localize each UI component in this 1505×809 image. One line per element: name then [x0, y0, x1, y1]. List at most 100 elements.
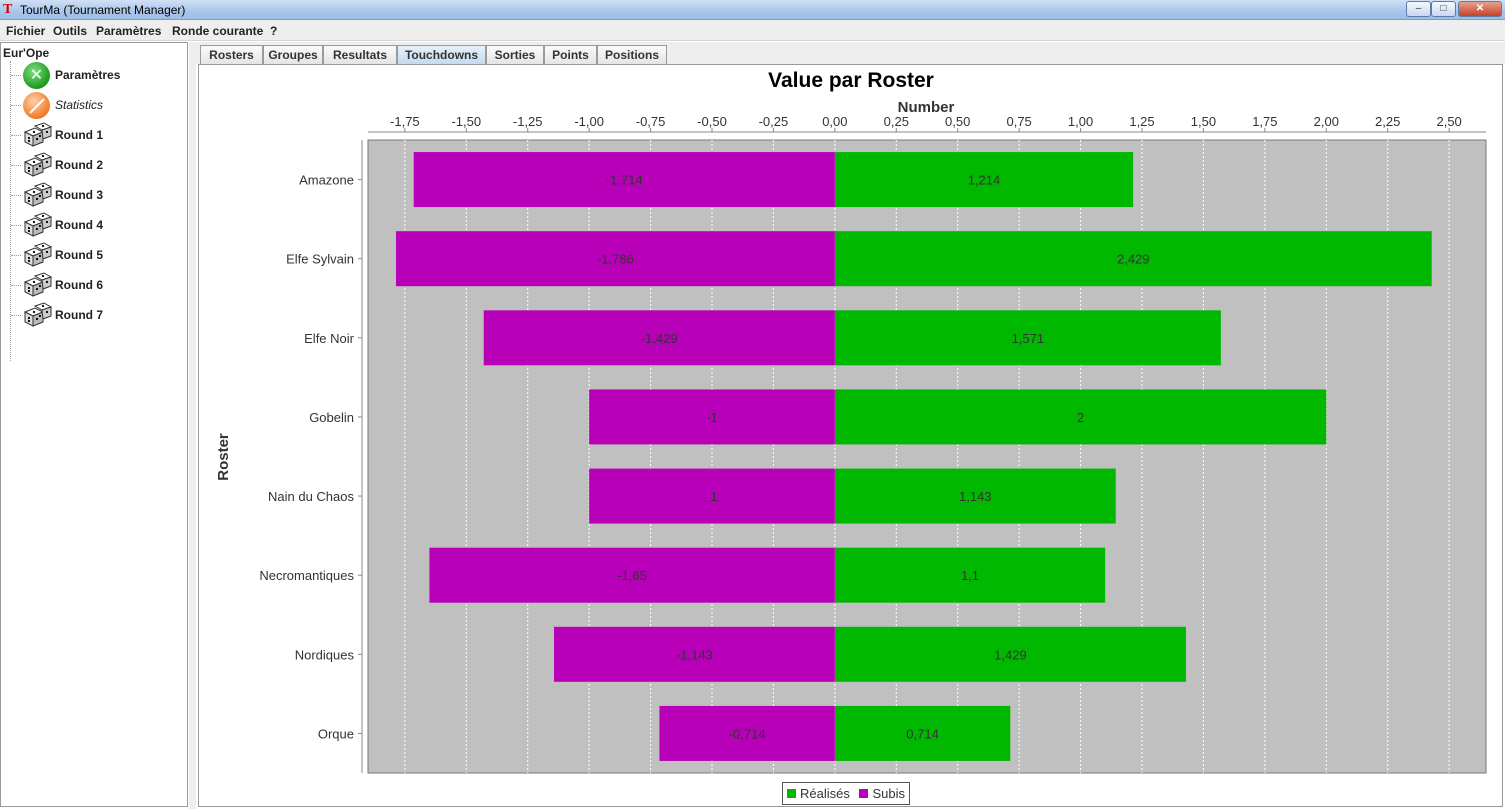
tab-sorties[interactable]: Sorties	[486, 45, 544, 65]
dice-icon	[23, 242, 53, 269]
tab-rosters[interactable]: Rosters	[200, 45, 263, 65]
tree-item-statistics[interactable]: Statistics	[11, 91, 181, 119]
data-label: -1,714	[606, 173, 643, 188]
tree-item-round-4[interactable]: Round 4	[11, 211, 181, 239]
x-tick-label: 0,50	[945, 114, 970, 129]
data-label: 1,429	[994, 647, 1027, 662]
x-tick-label: 2,50	[1436, 114, 1461, 129]
menu-parametres[interactable]: Paramètres	[96, 24, 161, 38]
menu-fichier[interactable]: Fichier	[6, 24, 45, 38]
tree-connector	[11, 195, 21, 196]
data-label: 2	[1077, 410, 1084, 425]
tree-item-round-2[interactable]: Round 2	[11, 151, 181, 179]
dice-icon	[23, 122, 53, 149]
x-tick-label: 1,50	[1191, 114, 1216, 129]
tree-connector	[11, 315, 21, 316]
legend-swatch-subis	[859, 789, 869, 798]
minimize-button[interactable]: –	[1406, 1, 1431, 17]
window-title: TourMa (Tournament Manager)	[20, 3, 186, 17]
x-tick-label: -0,50	[697, 114, 727, 129]
tab-resultats[interactable]: Resultats	[323, 45, 397, 65]
x-tick-label: -1,75	[390, 114, 420, 129]
category-label: Nain du Chaos	[268, 489, 354, 504]
data-label: -1,786	[597, 252, 634, 267]
menu-ronde-courante[interactable]: Ronde courante	[172, 24, 263, 38]
dice-icon	[23, 182, 53, 209]
tree-item-round-6[interactable]: Round 6	[11, 271, 181, 299]
tree-item-round-1[interactable]: Round 1	[11, 121, 181, 149]
tree-item-label: Round 4	[55, 218, 103, 232]
menu-help[interactable]: ?	[270, 24, 277, 38]
tree-root-label[interactable]: Eur'Ope	[3, 46, 49, 60]
x-tick-label: -1,25	[513, 114, 543, 129]
data-label: 1,143	[959, 489, 992, 504]
chart-legend: Réalisés Subis	[782, 782, 911, 805]
tree-connector	[11, 255, 21, 256]
data-label: 1,1	[961, 568, 979, 583]
data-label: -1	[706, 489, 718, 504]
tournament-tree: Eur'Ope ✕ Paramètres Statistics Round 1 Roun…	[0, 42, 188, 807]
tree-item-label: Round 3	[55, 188, 103, 202]
legend-entry-subis: Subis	[859, 786, 905, 801]
tree-connector	[11, 225, 21, 226]
y-axis-title: Roster	[215, 433, 232, 481]
app-logo-icon: T	[3, 2, 13, 17]
bar-chart: Number-1,75 -1,50 -1,25 -1,00 -0,75 -0,50 -0,2…	[215, 99, 1487, 774]
legend-label-subis: Subis	[872, 786, 906, 801]
dice-icon	[23, 152, 53, 179]
data-label: -1,143	[676, 647, 713, 662]
maximize-button[interactable]: □	[1431, 1, 1456, 17]
tree-item-label: Round 5	[55, 248, 103, 262]
tree-item-label: Round 1	[55, 128, 103, 142]
tab-points[interactable]: Points	[544, 45, 597, 65]
x-tick-label: 1,25	[1129, 114, 1154, 129]
tab-bar: Rosters Groupes Resultats Touchdowns Sor…	[196, 42, 1505, 65]
dice-icon	[23, 212, 53, 239]
category-label: Elfe Sylvain	[286, 252, 354, 267]
legend-swatch-realises	[787, 789, 796, 798]
tree-item-label: Round 2	[55, 158, 103, 172]
tab-groupes[interactable]: Groupes	[263, 45, 323, 65]
x-tick-label: 2,00	[1314, 114, 1339, 129]
panel-splitter[interactable]	[189, 42, 196, 809]
tree-connector	[11, 285, 21, 286]
x-tick-label: -1,00	[574, 114, 604, 129]
data-label: 1,571	[1012, 331, 1045, 346]
tree-item-round-5[interactable]: Round 5	[11, 241, 181, 269]
tab-positions[interactable]: Positions	[597, 45, 667, 65]
x-tick-label: 0,75	[1006, 114, 1031, 129]
dice-icon	[23, 272, 53, 299]
tab-touchdowns[interactable]: Touchdowns	[397, 45, 486, 65]
data-label: 1,214	[968, 173, 1001, 188]
legend-label-realises: Réalisés	[800, 786, 850, 801]
category-label: Gobelin	[309, 410, 354, 425]
x-tick-label: 0,25	[884, 114, 909, 129]
category-label: Elfe Noir	[304, 331, 355, 346]
tree-item-round-7[interactable]: Round 7	[11, 301, 181, 329]
tree-item-label: Round 7	[55, 308, 103, 322]
x-tick-label: -1,50	[451, 114, 481, 129]
menu-outils[interactable]: Outils	[53, 24, 87, 38]
close-button[interactable]: ✕	[1458, 1, 1502, 17]
x-tick-label: 2,25	[1375, 114, 1400, 129]
data-label: -1,65	[617, 568, 647, 583]
data-label: 2,429	[1117, 252, 1150, 267]
legend-entry-realises: Réalisés	[787, 786, 850, 801]
tree-item-round-3[interactable]: Round 3	[11, 181, 181, 209]
category-label: Nordiques	[295, 647, 355, 662]
category-label: Amazone	[299, 173, 354, 188]
tree-item-label: Round 6	[55, 278, 103, 292]
tree-connector	[11, 105, 21, 106]
menu-bar: Fichier Outils Paramètres Ronde courante…	[0, 20, 1505, 41]
dice-icon	[23, 302, 53, 329]
pie-chart-icon	[23, 92, 50, 119]
data-label: -1	[706, 410, 718, 425]
data-label: -0,714	[729, 726, 766, 741]
x-tick-label: -0,75	[636, 114, 666, 129]
data-label: 0,714	[906, 726, 939, 741]
x-tick-label: 0,00	[822, 114, 847, 129]
x-tick-label: 1,75	[1252, 114, 1277, 129]
x-tick-label: -0,25	[759, 114, 789, 129]
data-label: -1,429	[641, 331, 678, 346]
category-label: Orque	[318, 726, 354, 741]
